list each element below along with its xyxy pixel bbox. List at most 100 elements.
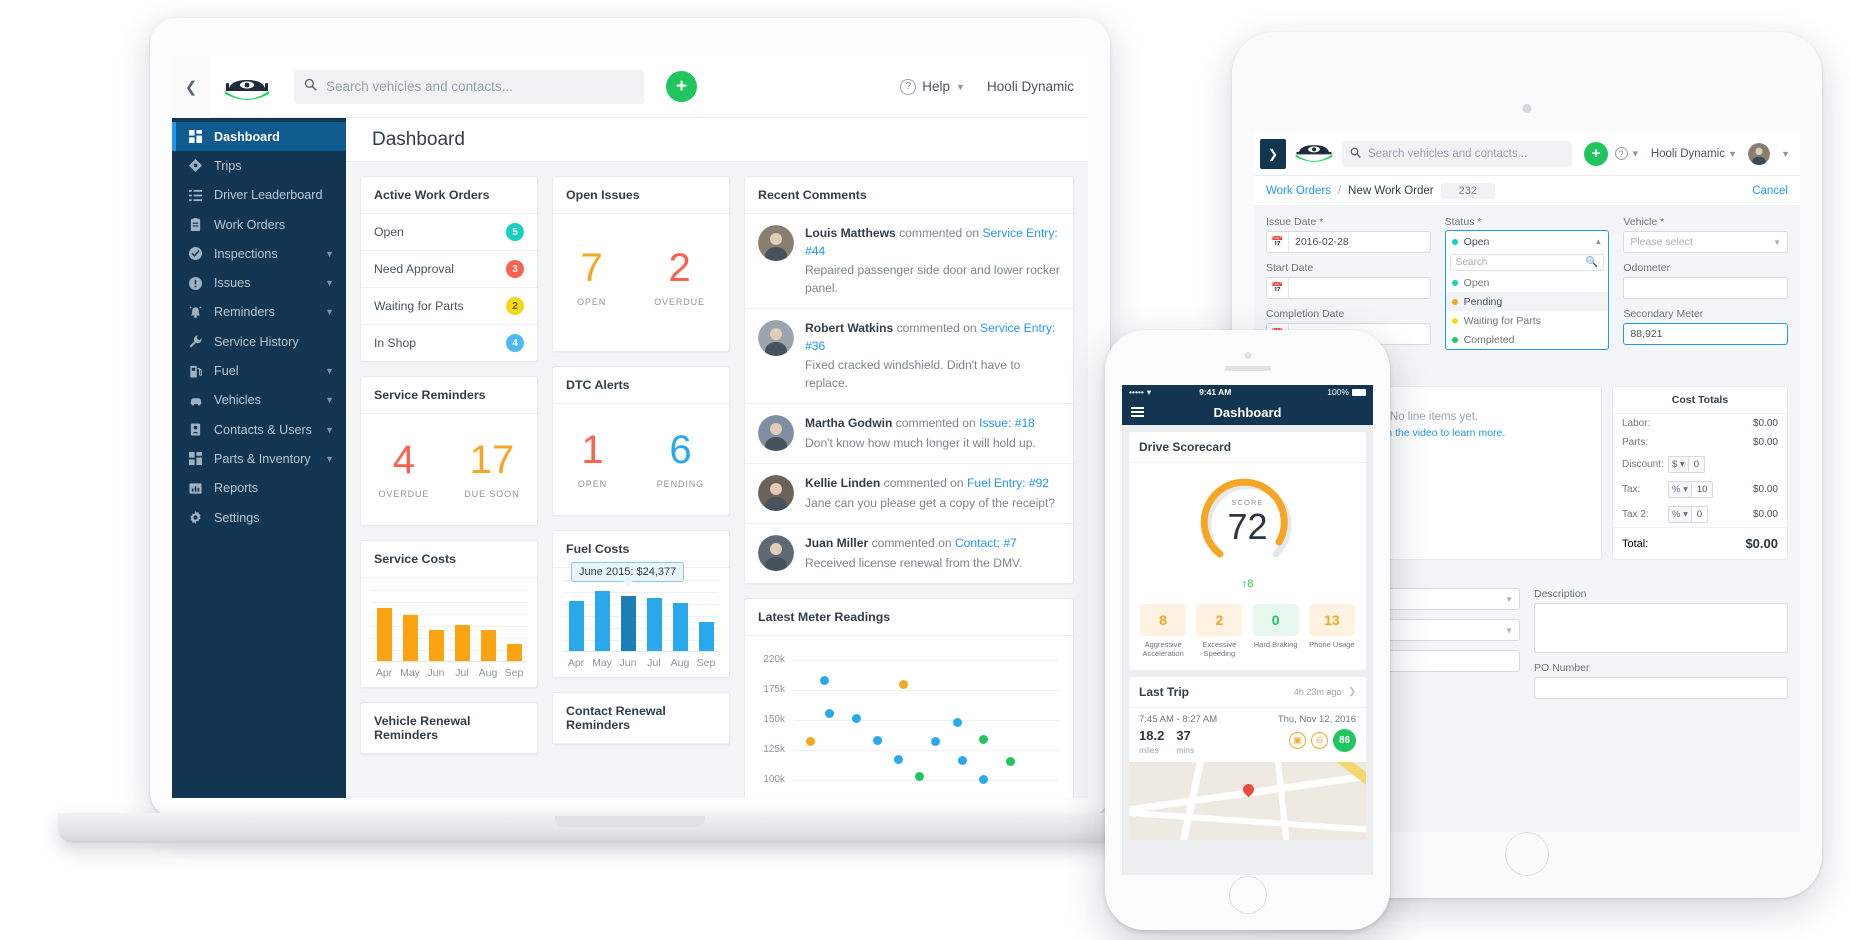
cancel-button[interactable]: Cancel [1752,185,1788,197]
po-number-field[interactable] [1534,677,1788,699]
scatter-point[interactable] [819,676,829,686]
sidebar-item-inspections[interactable]: Inspections ▼ [172,239,346,268]
help-menu[interactable]: ? ▼ [1614,147,1640,160]
scatter-point[interactable] [957,756,967,766]
work-order-number-field[interactable]: 232 [1440,182,1495,199]
add-button[interactable]: + [666,71,697,102]
comment-item[interactable]: Juan Miller commented on Contact: #7 Rece… [745,524,1073,583]
scatter-point[interactable] [952,717,962,727]
chevron-right-icon[interactable]: ❯ [1348,686,1356,697]
secondary-meter-field[interactable]: 88,921 [1623,323,1789,345]
stat-item[interactable]: 17 DUE SOON [464,440,519,499]
sidebar-item-trips[interactable]: Trips [172,151,346,180]
sidebar-item-dashboard[interactable]: Dashboard [172,122,346,152]
description-textarea[interactable] [1534,603,1788,653]
status-option-open[interactable]: Open [1446,273,1609,292]
phone-home-button[interactable] [1228,876,1267,914]
sidebar-item-driver-leaderboard[interactable]: Driver Leaderboard [172,181,346,210]
cost-input[interactable]: $ ▾ 0 [1668,456,1705,473]
bar[interactable] [428,630,444,661]
status-selected[interactable]: Open ▲ [1446,231,1609,252]
sidebar-item-vehicles[interactable]: Vehicles ▼ [172,386,346,415]
car-logo[interactable] [1294,140,1334,167]
scorecard-metric[interactable]: 8 Aggressive Acceleration [1140,604,1187,659]
bar[interactable] [698,622,714,651]
work-order-row[interactable]: Open 5 [361,214,537,251]
comment-link[interactable]: Fuel Entry: #92 [967,476,1049,490]
hamburger-icon[interactable] [1131,406,1144,418]
comment-item[interactable]: Louis Matthews commented on Service Entr… [745,214,1073,310]
tablet-home-button[interactable] [1505,832,1549,876]
scatter-point[interactable] [806,737,816,747]
scorecard-metric[interactable]: 0 Hard Braking [1252,604,1299,659]
scatter-point[interactable] [979,734,989,744]
sidebar-item-settings[interactable]: Settings [172,503,346,532]
scatter-point[interactable] [824,708,834,718]
status-option-completed[interactable]: Completed [1446,330,1609,349]
cost-input[interactable]: % ▾ 0 [1668,506,1709,523]
scatter-point[interactable] [931,736,941,746]
scatter-point[interactable] [872,735,882,745]
status-dropdown[interactable]: Open ▲ Search 🔍 Open Pending Waiting for P… [1444,230,1610,350]
vehicle-select[interactable]: Please select ▼ [1623,231,1789,253]
search-input[interactable]: Search vehicles and contacts... [294,69,644,104]
bar[interactable] [376,608,392,661]
sidebar-collapse-icon[interactable]: ❮ [172,56,210,118]
scatter-point[interactable] [1005,757,1015,767]
stat-item[interactable]: 6 PENDING [657,430,704,489]
avatar[interactable] [1748,142,1771,165]
cost-prefix[interactable]: $ ▾ [1669,457,1689,472]
comment-link[interactable]: Issue: #18 [979,416,1035,430]
add-button[interactable]: + [1584,141,1608,166]
stat-item[interactable]: 4 OVERDUE [378,440,429,499]
cost-prefix[interactable]: % ▾ [1669,482,1692,497]
start-date-field[interactable]: 📅 [1266,277,1431,299]
work-order-row[interactable]: Need Approval 3 [361,251,537,288]
status-option-pending[interactable]: Pending [1445,292,1609,311]
bar[interactable] [506,644,522,661]
sidebar-item-issues[interactable]: Issues ▼ [172,268,346,297]
cost-prefix[interactable]: % ▾ [1669,507,1692,522]
scatter-point[interactable] [894,754,904,764]
comment-link[interactable]: Contact: #7 [955,536,1017,550]
breadcrumb-work-orders[interactable]: Work Orders [1266,185,1331,197]
comment-item[interactable]: Kellie Linden commented on Fuel Entry: #… [745,464,1073,525]
sidebar-item-fuel[interactable]: Fuel ▼ [172,356,346,385]
bar[interactable] [646,598,662,651]
comment-item[interactable]: Martha Godwin commented on Issue: #18 Don… [745,404,1073,465]
car-logo[interactable] [210,74,284,100]
scatter-point[interactable] [899,679,909,689]
cost-input[interactable]: % ▾ 10 [1668,481,1714,498]
bar[interactable] [672,603,688,651]
bar[interactable] [480,630,496,661]
work-order-row[interactable]: Waiting for Parts 2 [361,288,537,325]
bar[interactable] [568,601,584,651]
stat-item[interactable]: 1 OPEN [578,430,607,489]
bar[interactable] [402,615,418,661]
sidebar-expand-icon[interactable]: ❯ [1260,138,1286,169]
scatter-point[interactable] [915,771,925,781]
stat-item[interactable]: 7 OPEN [577,248,606,307]
stat-item[interactable]: 2 OVERDUE [654,248,705,307]
sidebar-item-work-orders[interactable]: Work Orders [172,210,346,239]
search-input[interactable]: Search vehicles and contacts... [1342,140,1572,167]
bar[interactable] [594,591,610,651]
sidebar-item-reports[interactable]: Reports [172,474,346,503]
bar[interactable] [454,625,470,661]
sidebar-item-contacts-users[interactable]: Contacts & Users ▼ [172,415,346,444]
scatter-point[interactable] [979,775,989,785]
odometer-field[interactable] [1623,277,1789,299]
trip-map[interactable] [1129,761,1366,840]
scorecard-metric[interactable]: 2 Excessive Speeding [1196,604,1243,659]
bar[interactable] [620,596,636,651]
status-option-waiting-for-parts[interactable]: Waiting for Parts [1446,311,1609,330]
issue-date-field[interactable]: 📅 2016-02-28 [1266,231,1431,253]
work-order-row[interactable]: In Shop 4 [361,325,537,361]
status-search-input[interactable]: Search 🔍 [1449,254,1605,271]
sidebar-item-reminders[interactable]: Reminders ▼ [172,298,346,327]
help-menu[interactable]: ? Help ▼ [900,78,965,95]
account-menu[interactable]: Hooli Dynamic [987,79,1074,94]
scatter-point[interactable] [851,714,861,724]
comment-item[interactable]: Robert Watkins commented on Service Entr… [745,309,1073,405]
sidebar-item-parts-inventory[interactable]: Parts & Inventory ▼ [172,444,346,473]
